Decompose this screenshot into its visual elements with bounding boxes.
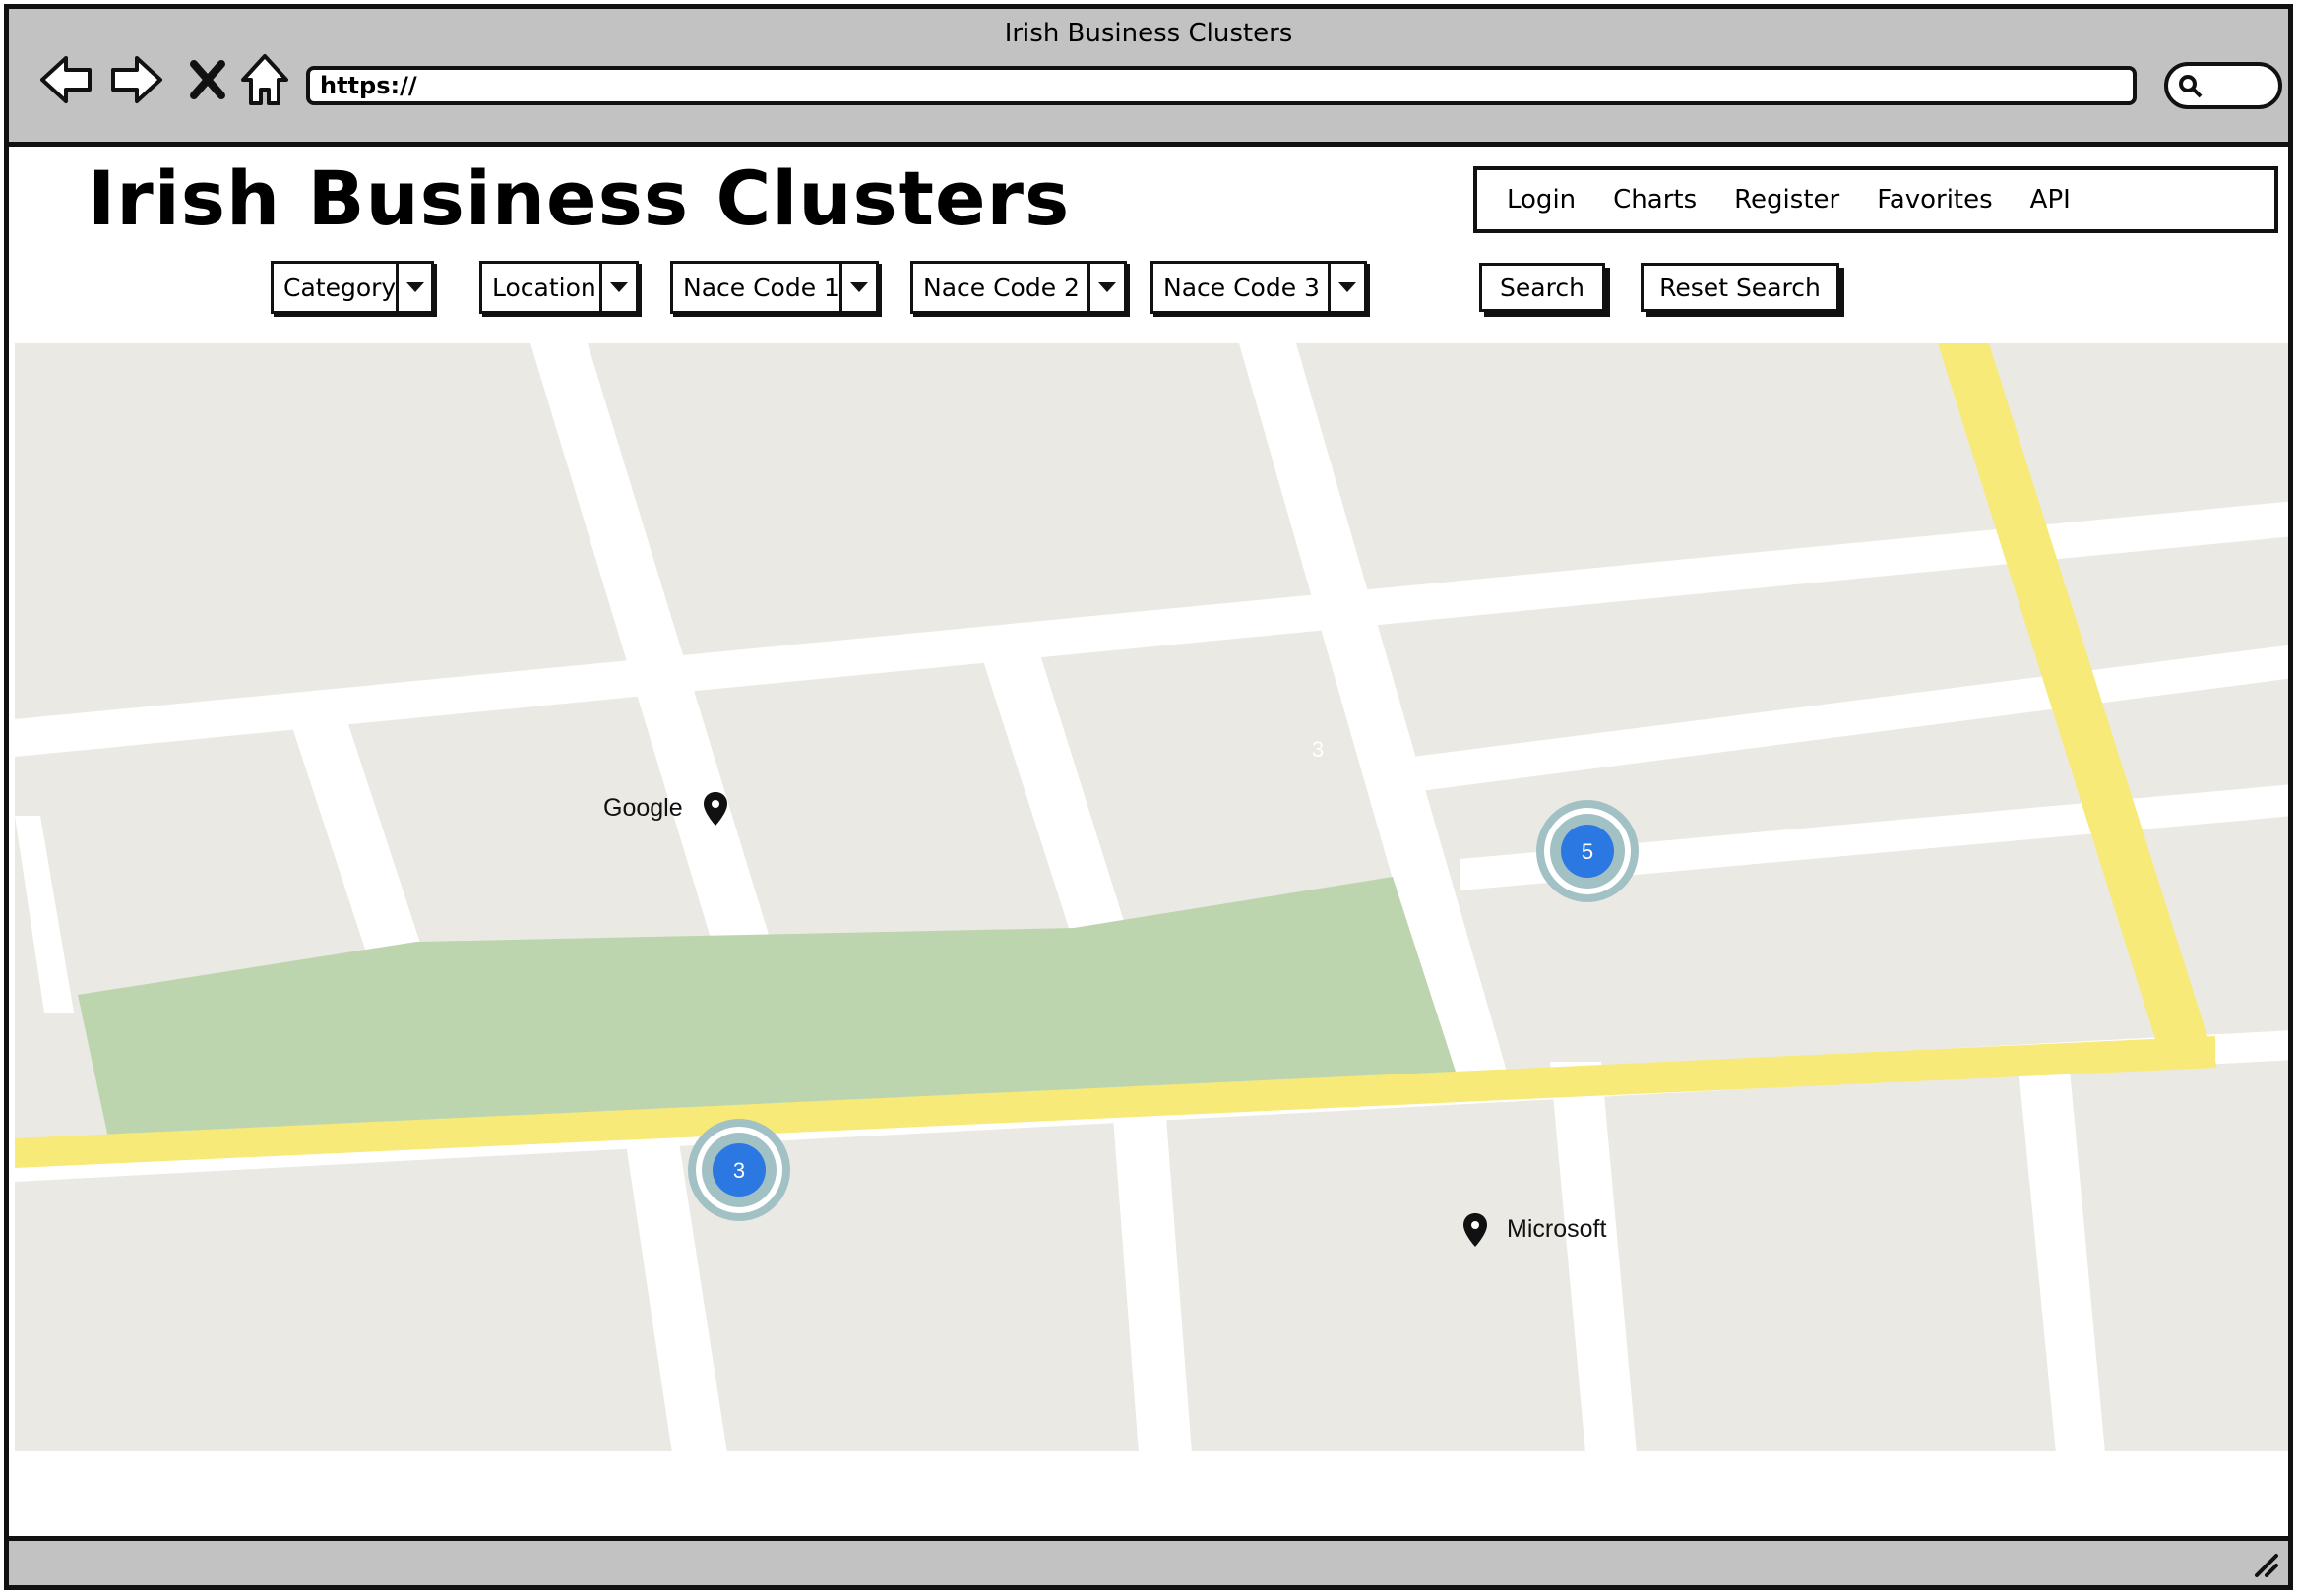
map-view[interactable]: 3 Google Microsoft 5 3 [15, 343, 2293, 1453]
search-icon [2179, 75, 2203, 98]
browser-titlebar: Irish Business Clusters https:// [9, 9, 2288, 147]
resize-grip-icon[interactable] [2251, 1550, 2280, 1579]
browser-statusbar [9, 1536, 2288, 1585]
cluster-count: 5 [1582, 839, 1593, 864]
marker-label-google: Google [603, 794, 683, 822]
pin-dot [1471, 1221, 1479, 1229]
chevron-down-icon [599, 264, 636, 311]
nav-login[interactable]: Login [1507, 185, 1576, 215]
back-arrow-icon[interactable] [34, 48, 97, 111]
window-title: Irish Business Clusters [1004, 19, 1293, 48]
page-title: Irish Business Clusters [88, 154, 1071, 242]
category-dropdown[interactable]: Category [271, 261, 434, 314]
dropdown-label: Nace Code 1 [683, 273, 839, 302]
pin-dot [712, 800, 719, 808]
close-x-icon[interactable] [176, 48, 239, 111]
cluster-marker-3[interactable]: 3 [688, 1119, 790, 1221]
marker-label-microsoft: Microsoft [1507, 1215, 1606, 1243]
dropdown-label: Category [283, 273, 397, 302]
nav-api[interactable]: API [2030, 185, 2071, 215]
chevron-down-icon [396, 264, 431, 311]
url-input[interactable]: https:// [306, 66, 2137, 105]
nace-code-3-dropdown[interactable]: Nace Code 3 [1150, 261, 1367, 314]
dropdown-label: Nace Code 3 [1163, 273, 1320, 302]
chevron-down-icon [839, 264, 876, 311]
map-bottom-edge [15, 1451, 2288, 1453]
nav-register[interactable]: Register [1734, 185, 1839, 215]
home-icon[interactable] [233, 48, 296, 111]
browser-search-button[interactable] [2164, 62, 2282, 109]
chevron-down-icon [1328, 264, 1364, 311]
nav-charts[interactable]: Charts [1613, 185, 1697, 215]
location-dropdown[interactable]: Location [479, 261, 639, 314]
nace-code-2-dropdown[interactable]: Nace Code 2 [910, 261, 1127, 314]
nav-favorites[interactable]: Favorites [1877, 185, 1992, 215]
forward-arrow-icon[interactable] [105, 48, 168, 111]
reset-search-button[interactable]: Reset Search [1641, 263, 1839, 312]
dropdown-label: Location [492, 273, 596, 302]
map-faint-label: 3 [1312, 737, 1324, 762]
cluster-count: 3 [733, 1158, 745, 1183]
search-button[interactable]: Search [1479, 263, 1605, 312]
chevron-down-icon [1087, 264, 1124, 311]
map-canvas[interactable]: 3 Google Microsoft 5 3 [15, 343, 2293, 1453]
nace-code-1-dropdown[interactable]: Nace Code 1 [670, 261, 879, 314]
browser-window: Irish Business Clusters https:// Irish B… [4, 4, 2293, 1590]
cluster-marker-5[interactable]: 5 [1536, 800, 1639, 902]
top-navigation: Login Charts Register Favorites API [1473, 166, 2278, 233]
dropdown-label: Nace Code 2 [923, 273, 1080, 302]
